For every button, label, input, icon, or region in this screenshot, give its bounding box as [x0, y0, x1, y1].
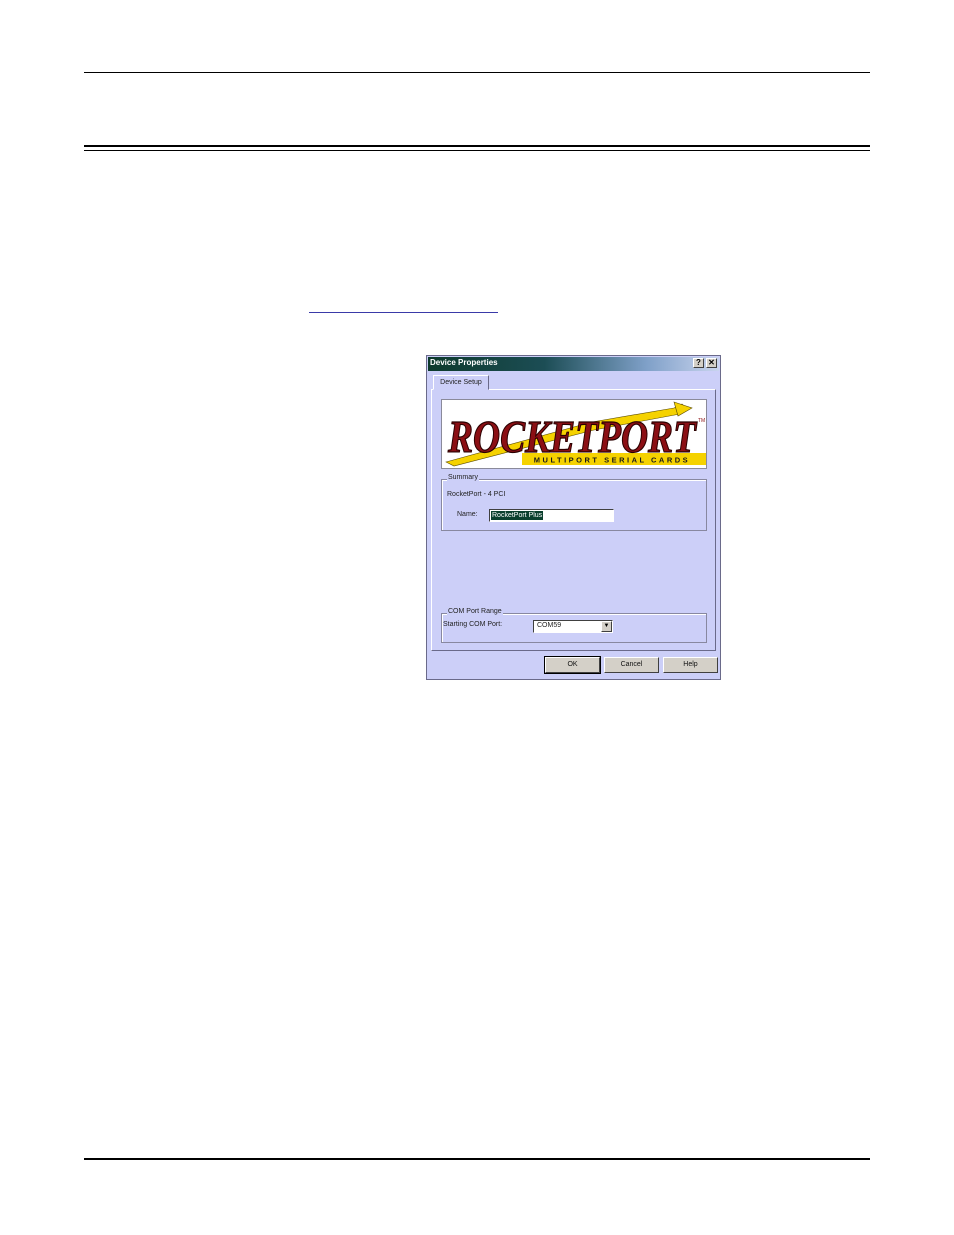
cancel-button[interactable]: Cancel	[604, 657, 659, 673]
starting-com-port-label: Starting COM Port:	[443, 621, 503, 628]
logo-text: ROCKETPORT	[447, 411, 697, 462]
help-button[interactable]: Help	[663, 657, 718, 673]
close-icon[interactable]: ✕	[706, 358, 717, 368]
help-icon[interactable]: ?	[693, 358, 704, 368]
rocketport-logo-graphic: MULTIPORT SERIAL CARDS ROCKETPORT TM	[445, 401, 706, 467]
name-value: RocketPort Plus	[491, 511, 544, 520]
ok-button[interactable]: OK	[544, 656, 601, 674]
dialog-title: Device Properties	[430, 358, 498, 367]
tab-device-setup[interactable]: Device Setup	[433, 375, 489, 390]
name-label: Name:	[457, 511, 478, 518]
starting-com-port-value: COM59	[537, 622, 562, 629]
summary-group: Summary	[441, 474, 707, 531]
trademark-mark: TM	[698, 418, 705, 424]
section-rule-bottom	[84, 150, 870, 151]
rocketport-logo: MULTIPORT SERIAL CARDS ROCKETPORT TM	[441, 399, 707, 469]
hyperlink-underline[interactable]	[309, 312, 498, 313]
footer-rule	[84, 1158, 870, 1160]
title-bar[interactable]: Device Properties ? ✕	[428, 357, 719, 371]
device-properties-dialog: Device Properties ? ✕ Device Setup MULTI…	[426, 355, 721, 680]
starting-com-port-select[interactable]: COM59 ▼	[533, 620, 613, 633]
chevron-down-icon[interactable]: ▼	[601, 621, 612, 632]
summary-legend: Summary	[447, 474, 479, 481]
com-range-legend: COM Port Range	[447, 608, 503, 615]
header-rule	[84, 72, 870, 73]
device-model: RocketPort - 4 PCI	[447, 491, 506, 498]
section-rule-top	[84, 145, 870, 147]
name-field[interactable]: RocketPort Plus	[489, 509, 614, 522]
